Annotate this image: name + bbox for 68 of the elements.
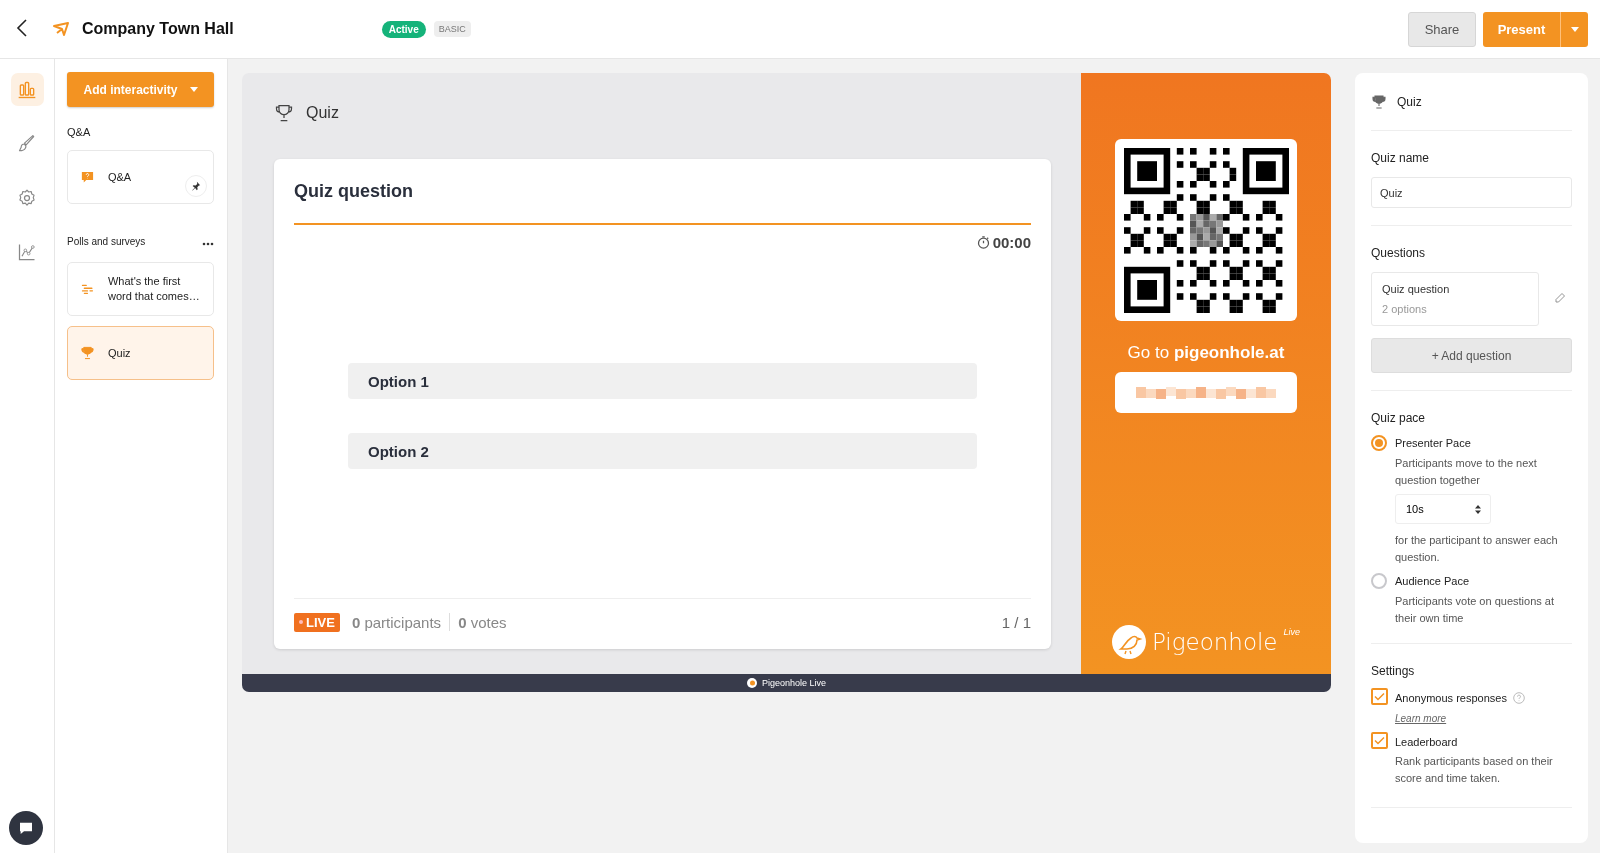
radio-button[interactable] [1371,573,1387,589]
settings-icon [17,187,37,208]
caret-icon [1570,26,1579,32]
option-label: Leaderboard [1395,735,1458,748]
logo-superscript: Live [1283,627,1301,637]
section-title: Quiz pace [1371,411,1427,425]
field-label: Quiz name [1371,151,1431,165]
live-badge: LIVE [294,612,340,632]
vote-count: 0 votes [458,613,507,631]
trophy-icon [80,344,95,362]
checkbox[interactable] [1371,688,1388,705]
section-title: Questions [1371,246,1427,260]
bird-logo-icon [1111,625,1146,659]
section-title: Polls and surveys [67,236,146,247]
option-description: Participants move to the next question together [1395,456,1538,488]
option-label: Audience Pace [1395,575,1470,589]
logo-icon [52,21,72,37]
question-title: Quiz question [294,159,1031,225]
plan-badge: BASIC [433,21,471,37]
more-icon [202,242,214,246]
brush-icon [17,133,37,154]
interaction-item[interactable]: Q&A [67,150,214,204]
logo-text: Pigeonhole [1151,629,1278,655]
stopwatch-icon [975,235,991,250]
option-label: Presenter Pace [1395,437,1472,451]
status-badge: Active [381,20,426,38]
interaction-item[interactable]: What's the first word that comes… [67,262,214,316]
event-title: Company Town Hall [82,20,234,38]
trophy-icon [1371,93,1387,110]
add-question-button[interactable]: + Add question [1371,338,1572,373]
bar-chart-icon [17,79,37,100]
option-count: 2 options [1382,303,1428,315]
page-counter: 1 / 1 [1001,613,1031,631]
option-description: Rank participants based on their score and time taken. [1395,754,1554,786]
panel-title: Quiz [1397,94,1422,109]
caret-icon [189,87,198,92]
option-description: for the participant to answer each question. [1395,533,1559,565]
checkbox[interactable] [1371,732,1388,749]
answer-option: Option 1 [348,363,977,399]
trophy-icon [274,103,294,123]
join-prompt: Go to pigeonhole.at [1127,343,1285,363]
timer-select[interactable]: 10s [1395,494,1491,524]
section-title: Q&A [67,126,91,138]
learn-more-link[interactable]: Learn more [1395,713,1572,724]
option-label: Anonymous responses [1395,691,1507,704]
timer: 00:00 [992,234,1031,251]
check-icon [1374,736,1385,745]
check-icon [1374,692,1385,701]
dropdown-button[interactable] [1560,11,1588,47]
footer-brand: Pigeonhole Live [761,678,827,688]
section-title: Settings [1371,664,1416,678]
quiz-name-field[interactable]: Quiz [1371,177,1572,208]
participant-count: 0 participants [351,613,442,631]
bar-chart-tab[interactable] [10,73,44,106]
chat-button[interactable] [9,811,43,845]
slide-title: Quiz [306,104,339,122]
question-title: Quiz question [1382,283,1451,295]
pencil-icon [1554,291,1566,304]
chat-icon [18,820,34,836]
back-icon [16,18,28,37]
stepper-icon [1475,504,1481,514]
answer-option: Option 2 [348,433,977,469]
radio-button[interactable] [1371,435,1387,451]
option-description: Participants vote on questions at their own time [1395,594,1555,626]
share-button[interactable]: Share [1408,11,1476,47]
interaction-item[interactable]: Quiz [67,326,214,380]
question-item[interactable]: Quiz question 2 options [1371,272,1539,326]
bird-logo-icon [746,678,757,688]
